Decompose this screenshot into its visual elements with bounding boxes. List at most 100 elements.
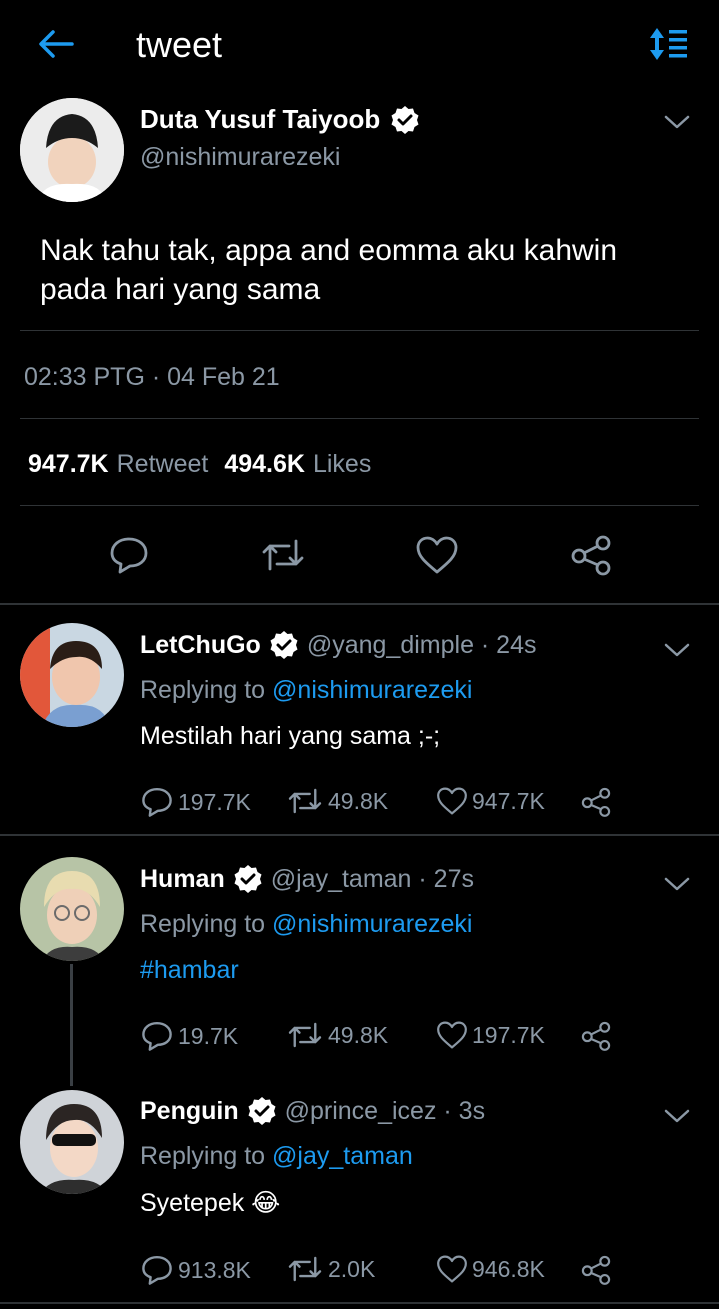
reply-author-name[interactable]: LetChuGo: [140, 631, 261, 660]
reply-icon: [142, 1256, 172, 1285]
like-button[interactable]: [412, 532, 462, 578]
reply-handle[interactable]: @yang_dimple: [307, 631, 474, 659]
share-icon: [581, 1255, 611, 1285]
retweet-count: 2.0K: [328, 1255, 376, 1282]
reply-text: Mestilah hari yang sama ;-;: [140, 722, 441, 750]
heart-icon: [437, 787, 467, 815]
verified-badge-icon: [248, 1097, 276, 1125]
author-row: Duta Yusuf Taiyoob: [140, 104, 420, 135]
page-title: tweet: [136, 24, 223, 65]
replying-to-handle[interactable]: @jay_taman: [272, 1142, 413, 1170]
heart-icon: [416, 536, 458, 574]
divider: [20, 418, 699, 419]
reply-button[interactable]: [104, 532, 154, 578]
back-arrow-icon: [39, 30, 74, 58]
share-icon: [581, 787, 611, 817]
tweet-menu-button[interactable]: [660, 108, 694, 136]
like-button[interactable]: 197.7K: [436, 1020, 545, 1050]
share-button[interactable]: [580, 1020, 612, 1052]
replying-to-line: Replying to @nishimurarezeki: [140, 910, 472, 939]
replying-to-line: Replying to @jay_taman: [140, 1142, 413, 1171]
author-name[interactable]: Duta Yusuf Taiyoob: [140, 104, 380, 135]
share-icon: [581, 1021, 611, 1051]
verified-badge-icon: [234, 865, 262, 893]
share-button[interactable]: [566, 532, 616, 578]
divider: [20, 330, 699, 331]
reply-count: 19.7K: [178, 1022, 239, 1049]
back-button[interactable]: [32, 22, 80, 66]
replying-to-handle[interactable]: @nishimurarezeki: [272, 910, 472, 938]
reply-actions: 913.8K 2.0K 946.8K: [140, 1254, 620, 1288]
reply-count: 197.7K: [178, 788, 251, 815]
like-button[interactable]: 946.8K: [436, 1254, 545, 1284]
reply-button[interactable]: 913.8K: [140, 1254, 251, 1286]
retweet-label[interactable]: Retweet: [117, 450, 209, 479]
tweet-timestamp: 02:33 PTG · 04 Feb 21: [24, 363, 280, 391]
author-handle[interactable]: @nishimurarezeki: [140, 143, 340, 172]
divider: [20, 505, 699, 506]
reply-text: Syetepek 😂: [140, 1189, 281, 1217]
like-count: 197.7K: [472, 1021, 545, 1048]
reply-actions: 19.7K 49.8K 197.7K: [140, 1020, 620, 1054]
divider: [0, 834, 719, 836]
reply-header: LetChuGo @yang_dimple · 24s: [140, 630, 537, 660]
retweet-icon: [259, 539, 304, 571]
reply-author-name[interactable]: Penguin: [140, 1097, 239, 1126]
sort-icon: [650, 28, 687, 60]
reply-button[interactable]: 197.7K: [140, 786, 251, 818]
verified-badge-icon: [270, 631, 298, 659]
retweet-icon: [288, 1256, 322, 1282]
retweet-button[interactable]: [258, 532, 308, 578]
reply-count: 913.8K: [178, 1256, 251, 1283]
retweet-button[interactable]: 49.8K: [286, 1020, 388, 1050]
likes-label[interactable]: Likes: [313, 450, 371, 479]
reply-time: · 27s: [411, 864, 474, 893]
divider: [0, 1302, 719, 1304]
chevron-down-icon: [664, 877, 690, 891]
reply-actions: 197.7K 49.8K 947.7K: [140, 786, 620, 820]
retweet-count[interactable]: 947.7K: [28, 450, 109, 479]
heart-icon: [437, 1255, 467, 1283]
avatar-image: [20, 623, 124, 727]
avatar[interactable]: [20, 98, 124, 202]
reply-button[interactable]: 19.7K: [140, 1020, 238, 1052]
retweet-count: 49.8K: [328, 1021, 389, 1048]
retweet-icon: [288, 788, 322, 814]
reply-time: · 24s: [473, 630, 537, 659]
tweet-menu-button[interactable]: [660, 870, 694, 898]
avatar-image: [20, 98, 124, 202]
likes-count[interactable]: 494.6K: [224, 450, 305, 479]
tweet-text: Nak tahu tak, appa and eomma aku kahwin …: [40, 231, 617, 309]
retweet-button[interactable]: 49.8K: [286, 786, 388, 816]
like-count: 947.7K: [472, 787, 545, 814]
divider: [0, 603, 719, 605]
retweet-button[interactable]: 2.0K: [286, 1254, 375, 1284]
reply-time: · 3s: [436, 1096, 486, 1125]
replying-to-label: Replying to: [140, 910, 273, 938]
tweet-menu-button[interactable]: [660, 636, 694, 664]
reply-icon: [142, 1022, 172, 1051]
reply-header: Penguin @prince_icez · 3s: [140, 1096, 485, 1126]
like-button[interactable]: 947.7K: [436, 786, 545, 816]
replying-to-label: Replying to: [140, 676, 273, 704]
verified-badge-icon: [391, 105, 419, 134]
share-button[interactable]: [580, 1254, 612, 1286]
engagement-row: 947.7K Retweet 494.6K Likes: [28, 450, 371, 479]
reply-handle[interactable]: @jay_taman: [271, 865, 412, 893]
tweet-text-line-2: pada hari yang sama: [40, 273, 321, 306]
reply-handle[interactable]: @prince_icez: [285, 1097, 437, 1125]
share-button[interactable]: [580, 786, 612, 818]
tweet-menu-button[interactable]: [660, 1102, 694, 1130]
retweet-icon: [288, 1022, 322, 1048]
replying-to-line: Replying to @nishimurarezeki: [140, 676, 472, 705]
replying-to-handle[interactable]: @nishimurarezeki: [272, 676, 472, 704]
retweet-count: 49.8K: [328, 787, 389, 814]
reply-text[interactable]: #hambar: [140, 956, 239, 985]
avatar[interactable]: [20, 623, 124, 727]
avatar-image: [20, 857, 124, 961]
chevron-down-icon: [664, 115, 690, 129]
avatar[interactable]: [20, 857, 124, 961]
avatar[interactable]: [20, 1090, 124, 1194]
sort-button[interactable]: [646, 24, 692, 64]
reply-author-name[interactable]: Human: [140, 865, 225, 894]
